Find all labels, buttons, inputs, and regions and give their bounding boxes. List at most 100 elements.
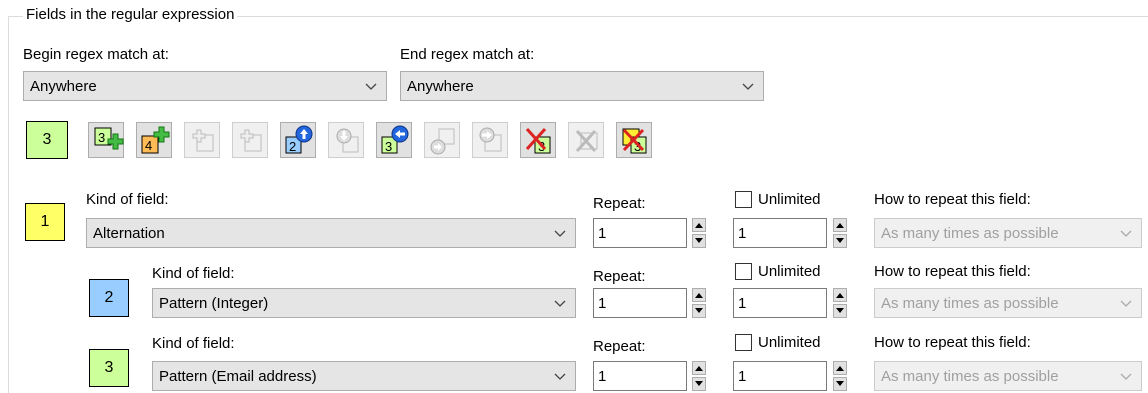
chevron-down-icon bbox=[1120, 230, 1132, 237]
stepper-down-button[interactable] bbox=[833, 304, 847, 318]
end-match-value: Anywhere bbox=[407, 77, 474, 95]
move-down-button[interactable] bbox=[328, 122, 364, 158]
delete-field-icon: 3 bbox=[525, 127, 551, 154]
unlimited-input[interactable]: 1 bbox=[733, 218, 827, 248]
move-right-button[interactable] bbox=[472, 122, 508, 158]
chevron-down-icon bbox=[1120, 373, 1132, 380]
kind-label: Kind of field: bbox=[86, 191, 169, 208]
kind-value: Alternation bbox=[93, 224, 165, 242]
end-match-label: End regex match at: bbox=[400, 46, 535, 63]
field-number-badge: 1 bbox=[25, 203, 65, 241]
move-disabled-icon bbox=[430, 128, 455, 155]
chevron-down-icon bbox=[365, 83, 377, 90]
arrow-down-icon bbox=[836, 381, 844, 386]
unlimited-checkbox[interactable] bbox=[735, 191, 752, 208]
add-after-number: 3 bbox=[98, 130, 105, 145]
add-field-before-icon: 4 bbox=[141, 126, 170, 154]
arrow-down-icon bbox=[836, 308, 844, 313]
stepper-down-button[interactable] bbox=[692, 304, 706, 318]
stepper-up-button[interactable] bbox=[833, 288, 847, 302]
unlimited-checkbox[interactable] bbox=[735, 334, 752, 351]
move-up-icon: 2 bbox=[285, 125, 313, 154]
arrow-up-icon bbox=[836, 293, 844, 298]
group-border-left bbox=[8, 16, 9, 393]
chevron-down-icon bbox=[554, 373, 566, 380]
field-number: 3 bbox=[104, 359, 114, 376]
stepper-up-button[interactable] bbox=[692, 361, 706, 375]
chevron-down-icon bbox=[554, 230, 566, 237]
arrow-up-icon bbox=[695, 366, 703, 371]
delete-all-button[interactable]: 3 bbox=[616, 122, 652, 158]
how-repeat-value: As many times as possible bbox=[881, 367, 1059, 385]
arrow-down-icon bbox=[695, 238, 703, 243]
stepper-down-button[interactable] bbox=[692, 377, 706, 391]
how-repeat-select[interactable]: As many times as possible bbox=[874, 288, 1142, 318]
repeat-label: Repeat: bbox=[593, 195, 646, 212]
delete-disabled-icon bbox=[575, 129, 598, 153]
chevron-down-icon bbox=[742, 83, 754, 90]
unlimited-stepper[interactable] bbox=[833, 288, 847, 318]
move-left-icon: 3 bbox=[381, 125, 409, 154]
insert-before-button[interactable] bbox=[184, 122, 220, 158]
field-number-badge: 2 bbox=[89, 279, 129, 317]
move-left-button[interactable]: 3 bbox=[376, 122, 412, 158]
unlimited-input[interactable]: 1 bbox=[733, 288, 827, 318]
kind-select[interactable]: Pattern (Email address) bbox=[152, 361, 576, 391]
delete-disabled-button[interactable] bbox=[568, 122, 604, 158]
insert-disabled-icon bbox=[240, 129, 262, 152]
chevron-down-icon bbox=[1120, 300, 1132, 307]
begin-match-select[interactable]: Anywhere bbox=[23, 71, 387, 101]
add-field-after-button[interactable]: 3 bbox=[88, 122, 124, 158]
add-before-number: 4 bbox=[145, 138, 152, 153]
repeat-stepper[interactable] bbox=[692, 218, 706, 248]
arrow-down-icon bbox=[695, 308, 703, 313]
how-repeat-value: As many times as possible bbox=[881, 294, 1059, 312]
unlimited-input[interactable]: 1 bbox=[733, 361, 827, 391]
add-field-before-button[interactable]: 4 bbox=[136, 122, 172, 158]
repeat-label: Repeat: bbox=[593, 338, 646, 355]
arrow-up-icon bbox=[836, 366, 844, 371]
begin-match-value: Anywhere bbox=[30, 77, 97, 95]
stepper-up-button[interactable] bbox=[692, 218, 706, 232]
repeat-stepper[interactable] bbox=[692, 288, 706, 318]
kind-select[interactable]: Pattern (Integer) bbox=[152, 288, 576, 318]
stepper-down-button[interactable] bbox=[692, 234, 706, 248]
unlimited-label: Unlimited bbox=[758, 191, 821, 208]
insert-after-button[interactable] bbox=[232, 122, 268, 158]
insert-disabled-icon bbox=[192, 129, 214, 152]
begin-match-label: Begin regex match at: bbox=[23, 46, 169, 63]
repeat-input[interactable]: 1 bbox=[593, 288, 687, 318]
unlimited-checkbox[interactable] bbox=[735, 263, 752, 280]
stepper-down-button[interactable] bbox=[833, 234, 847, 248]
kind-label: Kind of field: bbox=[152, 335, 235, 352]
delete-field-button[interactable]: 3 bbox=[520, 122, 556, 158]
move-down-disabled-icon bbox=[336, 128, 359, 153]
add-field-after-icon: 3 bbox=[94, 127, 124, 150]
kind-value: Pattern (Email address) bbox=[159, 367, 317, 385]
stepper-down-button[interactable] bbox=[833, 377, 847, 391]
how-repeat-select[interactable]: As many times as possible bbox=[874, 361, 1142, 391]
repeat-label: Repeat: bbox=[593, 268, 646, 285]
kind-value: Pattern (Integer) bbox=[159, 294, 269, 312]
group-title: Fields in the regular expression bbox=[23, 6, 238, 23]
field-number: 1 bbox=[40, 213, 50, 230]
kind-select[interactable]: Alternation bbox=[86, 218, 576, 248]
field-count-badge: 3 bbox=[26, 121, 68, 159]
unlimited-stepper[interactable] bbox=[833, 218, 847, 248]
repeat-stepper[interactable] bbox=[692, 361, 706, 391]
stepper-up-button[interactable] bbox=[833, 361, 847, 375]
stepper-up-button[interactable] bbox=[692, 288, 706, 302]
unlimited-stepper[interactable] bbox=[833, 361, 847, 391]
move-up-button[interactable]: 2 bbox=[280, 122, 316, 158]
stepper-up-button[interactable] bbox=[833, 218, 847, 232]
how-repeat-select[interactable]: As many times as possible bbox=[874, 218, 1142, 248]
how-repeat-label: How to repeat this field: bbox=[874, 191, 1031, 208]
move-right-in-button[interactable] bbox=[424, 122, 460, 158]
repeat-input[interactable]: 1 bbox=[593, 218, 687, 248]
field-count-value: 3 bbox=[42, 131, 52, 148]
field-number: 2 bbox=[104, 289, 114, 306]
how-repeat-label: How to repeat this field: bbox=[874, 263, 1031, 280]
arrow-up-icon bbox=[695, 293, 703, 298]
end-match-select[interactable]: Anywhere bbox=[400, 71, 764, 101]
repeat-input[interactable]: 1 bbox=[593, 361, 687, 391]
